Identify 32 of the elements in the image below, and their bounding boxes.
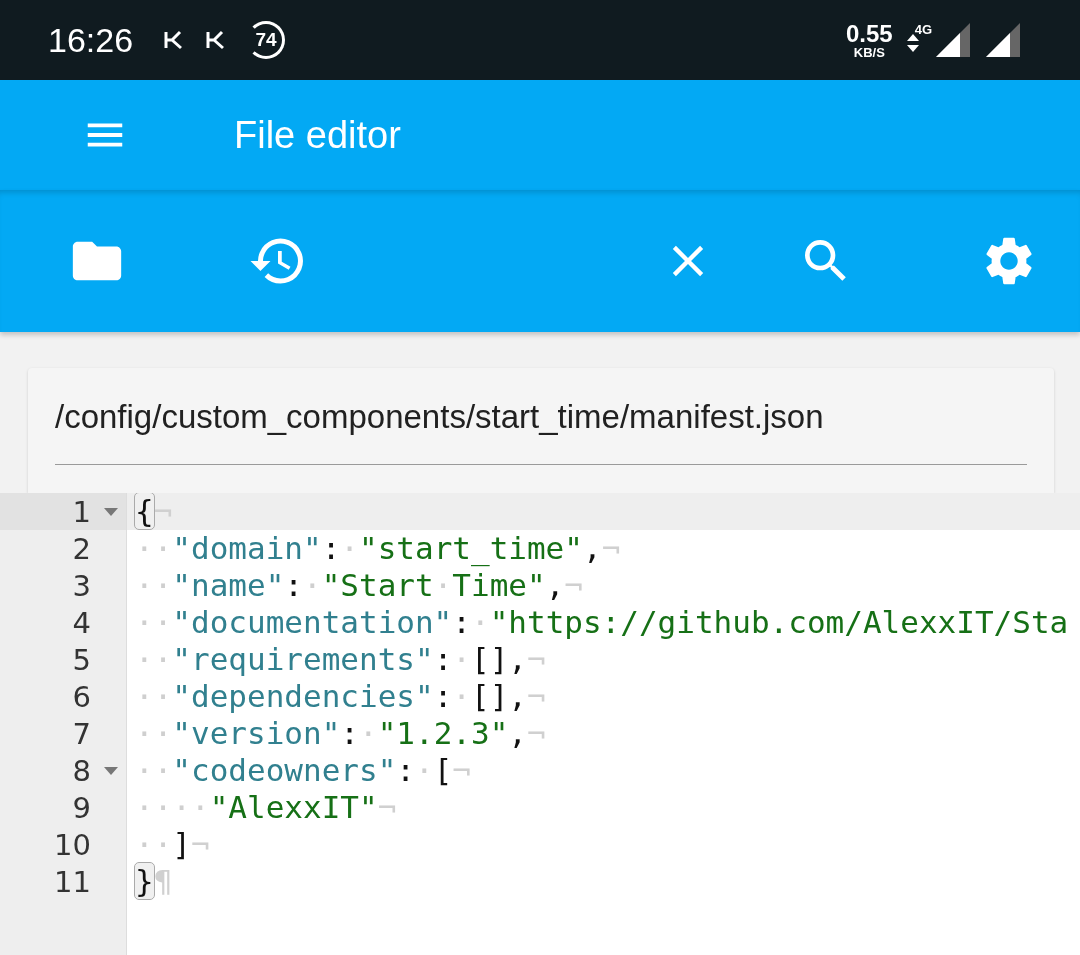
line-number: 1: [72, 494, 91, 529]
line-number: 5: [72, 642, 91, 677]
code-line: ··]¬: [134, 826, 211, 863]
code-line: ··"dependencies":·[],¬: [134, 678, 547, 715]
code-line: ··"domain":·"start_time",¬: [134, 530, 622, 567]
fold-arrow-icon[interactable]: [104, 767, 118, 775]
line-number: 6: [72, 679, 91, 714]
code-line: ··"documentation":·"https://github.com/AlexxIT/Sta: [134, 604, 1070, 641]
code-line: }¶: [134, 863, 174, 900]
code-line: ··"version":·"1.2.3",¬: [134, 715, 547, 752]
signal-icon: [986, 23, 1020, 57]
line-number: 9: [72, 790, 91, 825]
line-number: 4: [72, 605, 91, 640]
signal-icon: [936, 23, 970, 57]
file-path-field[interactable]: /config/custom_components/start_time/manifest.json: [55, 398, 1027, 465]
line-number: 8: [72, 753, 91, 788]
line-number: 2: [72, 531, 91, 566]
network-type: 4G: [914, 22, 932, 37]
data-arrows-icon: [906, 34, 919, 52]
code-line: ··"name":·"Start·Time",¬: [134, 567, 584, 604]
line-number: 7: [72, 716, 91, 751]
code-line: ····"AlexxIT"¬: [134, 789, 398, 826]
network-speed: 0.55: [845, 21, 893, 46]
app-title: File editor: [234, 113, 401, 157]
fold-arrow-icon[interactable]: [104, 508, 118, 516]
line-number: 3: [72, 568, 91, 603]
clock-time: 16:26: [48, 20, 134, 60]
code-line: ··"codeowners":·[¬: [134, 752, 472, 789]
line-number: 10: [54, 827, 91, 862]
network-speed-unit: KB/S: [853, 45, 885, 59]
code-line: ··"requirements":·[],¬: [134, 641, 547, 678]
line-number: 11: [54, 864, 91, 899]
